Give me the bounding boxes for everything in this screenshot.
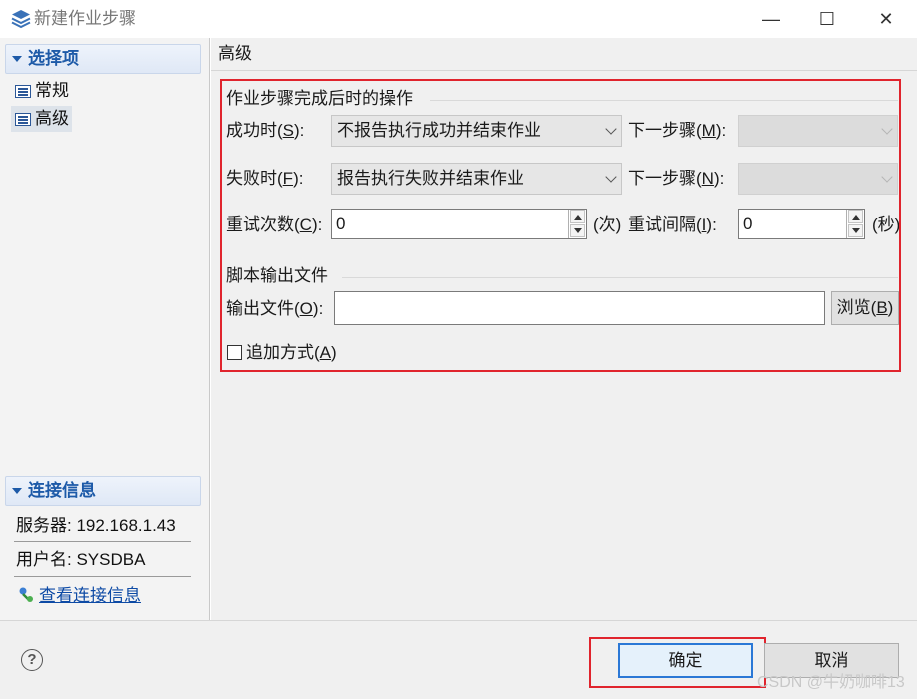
sidebar: 选择项 常规 高级 连接信息 服务器: 192.168.1.43 用户名: SY… xyxy=(0,38,210,620)
collapse-arrow-icon xyxy=(12,56,22,62)
watermark: CSDN @牛奶咖啡13 xyxy=(757,674,905,691)
panel-title: 高级 xyxy=(218,44,252,63)
highlight-annotation xyxy=(220,79,901,372)
list-icon xyxy=(15,85,31,98)
minimize-button[interactable]: — xyxy=(742,0,800,38)
sidebar-item-label: 高级 xyxy=(35,109,69,128)
connection-section-title: 连接信息 xyxy=(28,481,96,500)
sidebar-item-advanced[interactable]: 高级 xyxy=(11,106,72,132)
ok-button[interactable]: 确定 xyxy=(618,643,753,678)
options-section-title: 选择项 xyxy=(28,49,79,68)
window-title: 新建作业步骤 xyxy=(34,9,136,28)
close-button[interactable]: ✕ xyxy=(857,0,915,38)
view-connection-link[interactable]: 查看连接信息 xyxy=(39,584,141,608)
panel-header xyxy=(211,38,917,70)
divider xyxy=(14,541,191,542)
maximize-button[interactable]: ☐ xyxy=(798,0,856,38)
help-icon[interactable]: ? xyxy=(21,649,43,671)
list-icon xyxy=(15,113,31,126)
collapse-arrow-icon xyxy=(12,488,22,494)
divider xyxy=(14,576,191,577)
sidebar-item-label: 常规 xyxy=(35,81,69,100)
connection-icon xyxy=(19,587,33,602)
options-section-header[interactable]: 选择项 xyxy=(5,44,201,74)
user-info: 用户名: SYSDBA xyxy=(16,550,146,569)
connection-section-header[interactable]: 连接信息 xyxy=(5,476,201,506)
app-layers-icon xyxy=(11,10,31,29)
sidebar-item-general[interactable]: 常规 xyxy=(11,78,72,104)
server-info: 服务器: 192.168.1.43 xyxy=(16,516,176,535)
